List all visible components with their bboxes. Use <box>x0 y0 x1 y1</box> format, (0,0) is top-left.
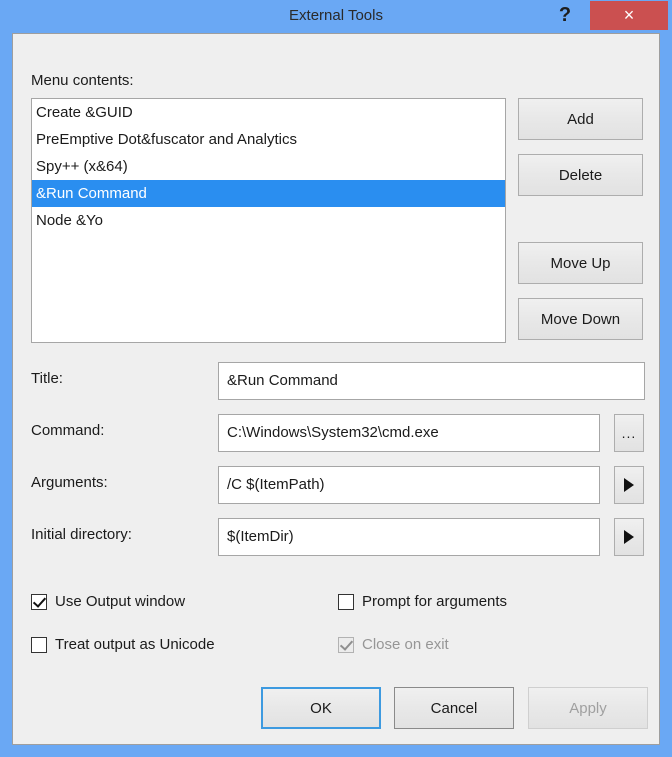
checkbox-empty-icon <box>31 636 47 653</box>
title-input[interactable]: &Run Command <box>218 362 645 400</box>
menu-contents-listbox[interactable]: Create &GUID PreEmptive Dot&fuscator and… <box>31 98 506 343</box>
close-on-exit-checkbox: Close on exit <box>338 636 449 653</box>
initial-directory-field-label: Initial directory: <box>31 526 132 543</box>
arguments-field-label: Arguments: <box>31 474 108 491</box>
move-down-button[interactable]: Move Down <box>518 298 643 340</box>
list-item[interactable]: PreEmptive Dot&fuscator and Analytics <box>32 126 505 153</box>
initial-directory-input[interactable]: $(ItemDir) <box>218 518 600 556</box>
checkbox-empty-icon <box>338 593 354 610</box>
list-item[interactable]: Node &Yo <box>32 207 505 234</box>
ok-button[interactable]: OK <box>261 687 381 729</box>
move-up-button[interactable]: Move Up <box>518 242 643 284</box>
use-output-window-checkbox[interactable]: Use Output window <box>31 593 185 610</box>
list-item[interactable]: Spy++ (x&64) <box>32 153 505 180</box>
checkbox-check-icon <box>31 593 47 610</box>
command-input[interactable]: C:\Windows\System32\cmd.exe <box>218 414 600 452</box>
treat-output-as-unicode-label: Treat output as Unicode <box>55 636 215 653</box>
use-output-window-label: Use Output window <box>55 593 186 610</box>
title-field-label: Title: <box>31 370 63 387</box>
delete-button[interactable]: Delete <box>518 154 643 196</box>
external-tools-dialog: External Tools ? × Menu contents: Create… <box>0 0 672 757</box>
triangle-right-icon <box>624 478 634 492</box>
command-field-label: Command: <box>31 422 105 439</box>
menu-contents-label: Menu contents: <box>31 72 134 89</box>
close-on-exit-label: Close on exit <box>362 636 449 653</box>
initial-directory-macro-button[interactable] <box>614 518 644 556</box>
treat-output-as-unicode-checkbox[interactable]: Treat output as Unicode <box>31 636 215 653</box>
arguments-input[interactable]: /C $(ItemPath) <box>218 466 600 504</box>
browse-command-button[interactable]: ... <box>614 414 644 452</box>
title-bar: External Tools ? × <box>0 0 672 31</box>
add-button[interactable]: Add <box>518 98 643 140</box>
list-item-selected[interactable]: &Run Command <box>32 180 505 207</box>
ellipsis-icon: ... <box>621 425 637 441</box>
checkbox-check-disabled-icon <box>338 636 354 653</box>
prompt-for-arguments-checkbox[interactable]: Prompt for arguments <box>338 593 507 610</box>
triangle-right-icon <box>624 530 634 544</box>
prompt-for-arguments-label: Prompt for arguments <box>362 593 508 610</box>
close-icon[interactable]: × <box>590 1 668 30</box>
dialog-client-area: Menu contents: Create &GUID PreEmptive D… <box>12 33 660 745</box>
list-item[interactable]: Create &GUID <box>32 99 505 126</box>
arguments-macro-button[interactable] <box>614 466 644 504</box>
apply-button: Apply <box>528 687 648 729</box>
help-icon[interactable]: ? <box>551 1 579 30</box>
cancel-button[interactable]: Cancel <box>394 687 514 729</box>
